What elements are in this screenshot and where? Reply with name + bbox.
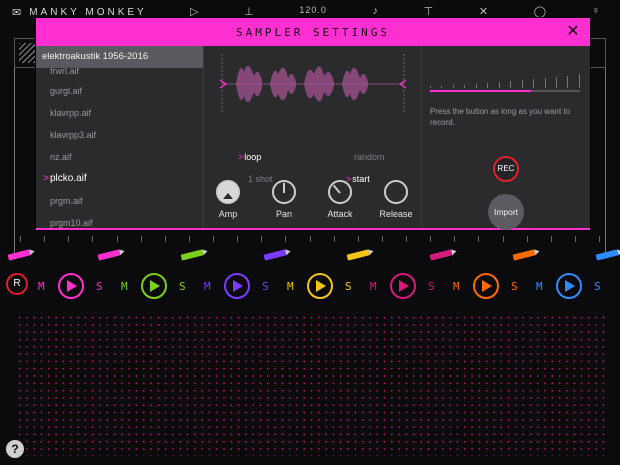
channel-play-knob[interactable] xyxy=(141,273,167,299)
channel-play-knob[interactable] xyxy=(58,273,84,299)
amp-knob[interactable] xyxy=(216,180,240,204)
search-icon[interactable]: ✕ xyxy=(479,5,488,19)
file-item[interactable]: prgm10.aif xyxy=(36,212,203,228)
mute-button[interactable]: M xyxy=(287,280,294,293)
solo-button[interactable]: S xyxy=(96,280,103,293)
solo-button[interactable]: S xyxy=(179,280,186,293)
metronome-icon[interactable]: ⊥ xyxy=(244,5,254,19)
selected-marker-icon: > xyxy=(238,152,244,162)
play-icon xyxy=(399,280,409,292)
channel-play-knob[interactable] xyxy=(473,273,499,299)
level-fill xyxy=(430,90,531,92)
loop-option[interactable]: >loop xyxy=(238,152,261,162)
file-item[interactable]: frwrl.aif xyxy=(36,68,203,80)
edit-pencil-icon[interactable] xyxy=(7,249,31,261)
file-item[interactable]: nz.aif xyxy=(36,146,203,168)
release-knob[interactable] xyxy=(384,180,408,204)
pan-knob[interactable] xyxy=(272,180,296,204)
step-sequencer-grid[interactable] xyxy=(16,314,606,456)
crossfader-icon[interactable]: ⊤ xyxy=(424,5,434,19)
mute-button[interactable]: M xyxy=(204,280,211,293)
tempo-display[interactable]: 120.0 xyxy=(299,5,327,19)
channel-play-knob[interactable] xyxy=(307,273,333,299)
play-icon xyxy=(482,280,492,292)
note-icon[interactable]: ♪ xyxy=(373,5,379,19)
random-option[interactable]: random xyxy=(354,152,385,162)
file-item[interactable]: klavrpp.aif xyxy=(36,102,203,124)
more-icon[interactable]: ♀ xyxy=(592,5,600,19)
record-panel: Press the button as long as you want to … xyxy=(422,46,590,230)
image-icon[interactable]: ✉ xyxy=(12,6,21,19)
edit-pencil-icon[interactable] xyxy=(346,249,370,261)
channel-play-knob[interactable] xyxy=(556,273,582,299)
edit-pencil-icon[interactable] xyxy=(429,249,453,261)
sample-editor: >loop random 1 shot >start Amp Pan Attac… xyxy=(204,46,422,228)
amp-control[interactable]: Amp xyxy=(208,180,248,219)
waveform-display[interactable] xyxy=(214,54,410,114)
solo-button[interactable]: S xyxy=(262,280,269,293)
file-item-selected[interactable]: > plcko.aif xyxy=(36,168,203,190)
record-button[interactable]: REC xyxy=(493,156,519,182)
mute-button[interactable]: M xyxy=(121,280,128,293)
mute-button[interactable]: M xyxy=(536,280,543,293)
import-button[interactable]: Import xyxy=(488,194,524,230)
file-list[interactable]: frwrl.aif gurgl.aif klavrpp.aif klavrpp3… xyxy=(36,68,203,228)
edit-pencil-icon[interactable] xyxy=(263,249,287,261)
help-icon[interactable]: ? xyxy=(6,440,24,458)
record-arm-button[interactable]: R xyxy=(6,273,28,295)
edit-pencil-icon[interactable] xyxy=(97,249,121,261)
attack-label: Attack xyxy=(327,209,353,219)
solo-button[interactable]: S xyxy=(345,280,352,293)
toolbar: ▷ ⊥ 120.0 ♪ ⊤ ✕ ◯ ♀ xyxy=(190,5,600,19)
amp-label: Amp xyxy=(218,209,238,219)
channel-strip: R MSMSMSMSMSMSMS xyxy=(0,270,620,304)
selected-marker-icon: > xyxy=(43,173,49,184)
pan-control[interactable]: Pan xyxy=(264,180,304,219)
right-edge-line xyxy=(605,68,606,254)
play-icon xyxy=(316,280,326,292)
channel-play-knob[interactable] xyxy=(390,273,416,299)
file-item[interactable]: gurgl.aif xyxy=(36,80,203,102)
play-icon[interactable]: ▷ xyxy=(190,5,198,19)
channel-play-knob[interactable] xyxy=(224,273,250,299)
close-icon: ✕ xyxy=(566,23,580,40)
file-item[interactable]: klavrpp3.aif xyxy=(36,124,203,146)
solo-button[interactable]: S xyxy=(594,280,601,293)
settings-icon[interactable]: ◯ xyxy=(534,5,546,19)
dialog-title: SAMPLER SETTINGS xyxy=(236,25,390,39)
play-icon xyxy=(150,280,160,292)
play-icon xyxy=(565,280,575,292)
input-level-meter xyxy=(430,68,580,94)
left-edge-line xyxy=(14,68,15,254)
edit-pencil-icon[interactable] xyxy=(595,249,619,261)
edit-pencil-icon[interactable] xyxy=(180,249,204,261)
play-icon xyxy=(67,280,77,292)
pan-label: Pan xyxy=(275,209,292,219)
sampler-settings-dialog: SAMPLER SETTINGS ✕ elektroakustik 1956-2… xyxy=(36,18,590,230)
mute-button[interactable]: M xyxy=(370,280,377,293)
mute-button[interactable]: M xyxy=(453,280,460,293)
attack-control[interactable]: Attack xyxy=(320,180,360,219)
ruler-ticks xyxy=(20,236,600,242)
edit-pencil-icon[interactable] xyxy=(512,249,536,261)
solo-button[interactable]: S xyxy=(428,280,435,293)
play-icon xyxy=(233,280,243,292)
close-button[interactable]: ✕ xyxy=(564,23,582,41)
file-item[interactable]: prgm.aif xyxy=(36,190,203,212)
record-hint: Press the button as long as you want to … xyxy=(430,107,571,127)
mute-button[interactable]: M xyxy=(38,280,45,293)
solo-button[interactable]: S xyxy=(511,280,518,293)
attack-knob[interactable] xyxy=(328,180,352,204)
release-control[interactable]: Release xyxy=(376,180,416,219)
track-edit-row xyxy=(0,248,620,262)
folder-header[interactable]: elektroakustik 1956-2016 xyxy=(36,46,203,68)
release-label: Release xyxy=(379,209,413,219)
app-title: MANKY MONKEY xyxy=(29,6,147,18)
dialog-header: SAMPLER SETTINGS ✕ xyxy=(36,18,590,46)
file-browser[interactable]: elektroakustik 1956-2016 frwrl.aif gurgl… xyxy=(36,46,204,228)
